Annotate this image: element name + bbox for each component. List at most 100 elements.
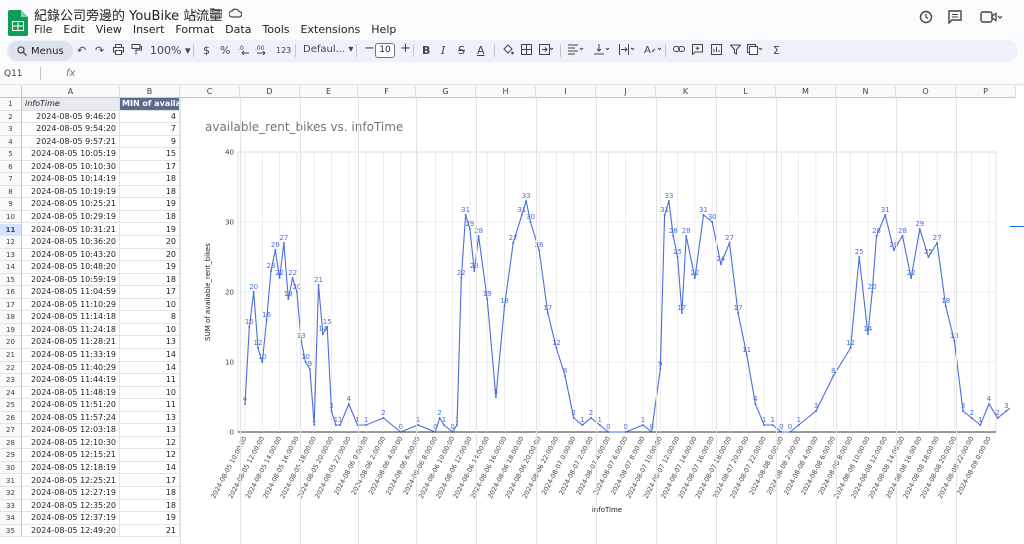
cell-infotime[interactable]: 2024-08-05 11:04:59	[22, 286, 120, 299]
cell-min-available[interactable]: 20	[120, 236, 180, 249]
cell-infotime[interactable]: 2024-08-05 10:43:20	[22, 248, 120, 262]
bold-button[interactable]: B	[422, 44, 430, 57]
column-header-n[interactable]: N	[836, 86, 896, 98]
row-header[interactable]: 2	[0, 110, 22, 124]
cell-min-available[interactable]: 19	[120, 261, 180, 274]
column-header-m[interactable]: M	[776, 86, 836, 98]
insert-chart-icon[interactable]	[711, 44, 722, 58]
row-header[interactable]: 3	[0, 123, 22, 136]
cell-min-available[interactable]: 18	[120, 273, 180, 287]
zoom-select[interactable]: 100% ▾	[150, 44, 190, 57]
cell-min-available[interactable]: 21	[120, 524, 180, 538]
cell-infotime[interactable]: 2024-08-05 10:31:21	[22, 223, 120, 237]
decrease-font-size-button[interactable]: −	[364, 41, 375, 56]
cell-min-available[interactable]: 8	[120, 311, 180, 324]
row-header[interactable]: 4	[0, 135, 22, 149]
cell-infotime[interactable]: 2024-08-05 12:49:20	[22, 524, 120, 538]
column-header-c[interactable]: C	[180, 86, 240, 98]
star-icon[interactable]: ☆	[190, 7, 201, 21]
cell-min-available[interactable]: 12	[120, 449, 180, 462]
filter-icon[interactable]	[729, 44, 742, 58]
cell-min-available[interactable]: 17	[120, 474, 180, 488]
column-header-i[interactable]: I	[536, 86, 596, 98]
column-header-h[interactable]: H	[476, 86, 536, 98]
cell-min-available[interactable]: 17	[120, 160, 180, 174]
vertical-align-icon[interactable]	[594, 44, 610, 58]
cell-infotime[interactable]: 2024-08-05 11:28:21	[22, 336, 120, 349]
cell-infotime[interactable]: 2024-08-05 10:59:19	[22, 273, 120, 287]
column-header-o[interactable]: O	[896, 86, 956, 98]
row-header[interactable]: 10	[0, 210, 22, 224]
row-header[interactable]: 24	[0, 386, 22, 400]
menu-format[interactable]: Format	[175, 23, 214, 36]
cell-infotime[interactable]: 2024-08-05 12:03:18	[22, 424, 120, 437]
column-header-e[interactable]: E	[300, 86, 358, 98]
cell-min-available[interactable]: 10	[120, 298, 180, 312]
column-header-l[interactable]: L	[716, 86, 776, 98]
cell-min-available[interactable]: 13	[120, 424, 180, 437]
increase-font-size-button[interactable]: +	[400, 41, 411, 56]
row-header[interactable]: 32	[0, 487, 22, 500]
cell-min-available[interactable]: 14	[120, 461, 180, 475]
cell-infotime[interactable]: 2024-08-05 10:14:19	[22, 173, 120, 186]
cell-min-available[interactable]: 18	[120, 210, 180, 224]
cell-infotime[interactable]: 2024-08-05 11:51:20	[22, 399, 120, 412]
meet-video-icon[interactable]	[980, 10, 1003, 28]
column-header-a[interactable]: A	[22, 86, 120, 98]
print-icon[interactable]	[113, 44, 124, 58]
cell-min-available[interactable]: 18	[120, 499, 180, 513]
row-header[interactable]: 15	[0, 273, 22, 287]
borders-icon[interactable]	[521, 44, 532, 58]
row-header[interactable]: 19	[0, 323, 22, 337]
cell-min-available[interactable]: 19	[120, 512, 180, 525]
cell-infotime[interactable]: 2024-08-05 11:33:19	[22, 349, 120, 362]
cell-min-available[interactable]: 9	[120, 135, 180, 149]
cell-min-available[interactable]: 11	[120, 399, 180, 412]
insert-comment-icon[interactable]	[692, 44, 703, 58]
cell-infotime[interactable]: 2024-08-05 11:40:29	[22, 361, 120, 375]
row-header[interactable]: 26	[0, 411, 22, 425]
merge-cells-icon[interactable]	[539, 44, 554, 58]
row-header[interactable]: 8	[0, 185, 22, 199]
cell-min-available[interactable]: 10	[120, 323, 180, 337]
cell-infotime[interactable]: 2024-08-05 10:36:20	[22, 236, 120, 249]
text-wrapping-icon[interactable]	[619, 44, 635, 58]
move-folder-icon[interactable]	[209, 7, 223, 21]
row-header[interactable]: 1	[0, 98, 22, 111]
row-header[interactable]: 14	[0, 261, 22, 274]
row-header[interactable]: 21	[0, 349, 22, 362]
row-header[interactable]: 30	[0, 461, 22, 475]
increase-decimal-button[interactable]: .00	[255, 44, 268, 58]
cell-min-available[interactable]: 18	[120, 487, 180, 500]
menu-insert[interactable]: Insert	[133, 23, 165, 36]
cell-min-available[interactable]: 15	[120, 148, 180, 161]
cell-infotime[interactable]: 2024-08-05 10:25:21	[22, 198, 120, 211]
cell-infotime[interactable]: 2024-08-05 12:10:30	[22, 436, 120, 450]
cell-min-available[interactable]: 14	[120, 361, 180, 375]
cell-infotime[interactable]: 2024-08-05 9:57:21	[22, 135, 120, 149]
cell-min-available[interactable]: 11	[120, 374, 180, 387]
comments-icon[interactable]	[948, 10, 962, 28]
cell-infotime[interactable]: 2024-08-05 9:46:20	[22, 110, 120, 124]
cell-infotime[interactable]: 2024-08-05 11:48:19	[22, 386, 120, 400]
cell-infotime[interactable]: 2024-08-05 11:57:24	[22, 411, 120, 425]
column-header-j[interactable]: J	[596, 86, 656, 98]
cell-min-available[interactable]: 18	[120, 173, 180, 186]
cell-min-available[interactable]: 14	[120, 349, 180, 362]
cell-infotime[interactable]: 2024-08-05 11:24:18	[22, 323, 120, 337]
font-size-input[interactable]: 10	[375, 43, 395, 58]
cell-infotime[interactable]: 2024-08-05 11:44:19	[22, 374, 120, 387]
column-header-p[interactable]: P	[956, 86, 1016, 98]
cell-min-available[interactable]: 17	[120, 286, 180, 299]
cell-min-available[interactable]: 18	[120, 185, 180, 199]
cell-min-available[interactable]: 10	[120, 386, 180, 400]
undo-icon[interactable]: ↶	[77, 44, 86, 57]
menu-edit[interactable]: Edit	[63, 23, 84, 36]
row-header[interactable]: 9	[0, 198, 22, 211]
row-header[interactable]: 25	[0, 399, 22, 412]
text-rotation-icon[interactable]: A	[644, 44, 662, 58]
row-header[interactable]: 11	[0, 223, 22, 237]
cell-min-available[interactable]: 7	[120, 123, 180, 136]
column-header-f[interactable]: F	[358, 86, 416, 98]
fill-color-icon[interactable]	[502, 44, 514, 59]
